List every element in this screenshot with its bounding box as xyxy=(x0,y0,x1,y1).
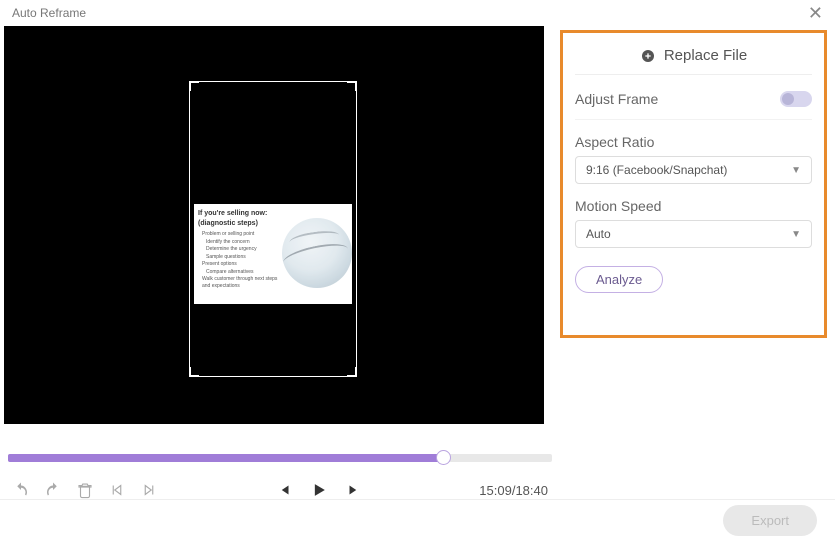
slide-bullets: Problem or selling point Identify the co… xyxy=(198,231,280,289)
export-button[interactable]: Export xyxy=(723,505,817,536)
close-icon[interactable]: ✕ xyxy=(808,3,823,24)
divider xyxy=(0,499,835,500)
resize-handle-tr[interactable] xyxy=(347,81,357,91)
adjust-frame-label: Adjust Frame xyxy=(575,91,658,107)
chevron-down-icon: ▼ xyxy=(791,229,801,240)
delete-icon[interactable] xyxy=(76,481,94,499)
chevron-down-icon: ▼ xyxy=(791,165,801,176)
slide-heading: If you're selling now: xyxy=(198,210,280,218)
motion-speed-value: Auto xyxy=(586,227,611,241)
globe-graphic xyxy=(282,218,352,288)
aspect-ratio-label: Aspect Ratio xyxy=(575,134,812,150)
window-title: Auto Reframe xyxy=(12,6,86,20)
plus-circle-icon xyxy=(640,48,656,64)
reframe-box[interactable]: If you're selling now: (diagnostic steps… xyxy=(189,81,357,377)
motion-speed-label: Motion Speed xyxy=(575,198,812,214)
resize-handle-br[interactable] xyxy=(347,367,357,377)
replace-file-button[interactable]: Replace File xyxy=(575,41,812,75)
replace-file-label: Replace File xyxy=(664,47,747,64)
play-icon[interactable] xyxy=(309,480,329,500)
aspect-ratio-value: 9:16 (Facebook/Snapchat) xyxy=(586,163,727,177)
resize-handle-bl[interactable] xyxy=(189,367,199,377)
slide-subheading: (diagnostic steps) xyxy=(198,220,280,228)
analyze-button[interactable]: Analyze xyxy=(575,266,663,293)
settings-panel: Replace File Adjust Frame Aspect Ratio 9… xyxy=(560,30,827,338)
redo-icon[interactable] xyxy=(44,481,62,499)
timeline-progress xyxy=(8,454,443,462)
skip-start-icon[interactable] xyxy=(108,481,126,499)
timeline-track[interactable] xyxy=(8,454,552,462)
video-frame-content: If you're selling now: (diagnostic steps… xyxy=(194,204,352,304)
resize-handle-tl[interactable] xyxy=(189,81,199,91)
undo-icon[interactable] xyxy=(12,481,30,499)
titlebar: Auto Reframe ✕ xyxy=(0,0,835,26)
aspect-ratio-select[interactable]: 9:16 (Facebook/Snapchat) ▼ xyxy=(575,156,812,184)
next-icon[interactable] xyxy=(345,481,363,499)
video-preview: If you're selling now: (diagnostic steps… xyxy=(4,26,544,424)
adjust-frame-toggle[interactable] xyxy=(780,91,812,107)
motion-speed-select[interactable]: Auto ▼ xyxy=(575,220,812,248)
skip-end-icon[interactable] xyxy=(140,481,158,499)
prev-icon[interactable] xyxy=(275,481,293,499)
time-display: 15:09/18:40 xyxy=(479,483,548,498)
